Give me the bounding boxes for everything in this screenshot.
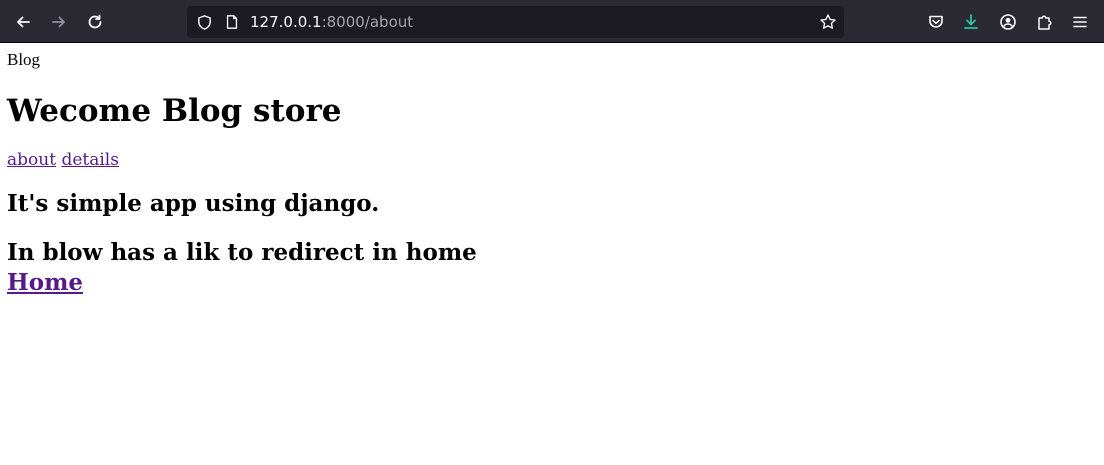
url-path: :8000/about [321,13,414,31]
about-link[interactable]: about [7,150,56,170]
redirect-heading: In blow has a lik to redirect in home [7,239,477,266]
page-icon[interactable] [223,13,241,31]
details-link[interactable]: details [61,150,119,170]
browser-toolbar: 127.0.0.1:8000/about [0,0,1104,43]
description-heading: It's simple app using django. [7,190,380,217]
nav-links: about details [7,149,119,171]
forward-arrow-icon[interactable] [44,7,74,37]
extensions-icon[interactable] [1029,7,1059,37]
download-icon[interactable] [956,7,986,37]
pocket-icon[interactable] [921,7,951,37]
page-content: Blog Wecome Blog store about details It'… [0,43,1104,465]
account-icon[interactable] [993,7,1023,37]
bookmark-star-icon[interactable] [818,12,838,32]
menu-icon[interactable] [1065,7,1095,37]
home-link[interactable]: Home [7,269,83,296]
back-arrow-icon[interactable] [8,7,38,37]
reload-icon[interactable] [80,7,110,37]
url-text[interactable]: 127.0.0.1:8000/about [250,12,413,32]
url-host: 127.0.0.1 [250,13,322,31]
shield-icon[interactable] [195,13,213,31]
page-title: Wecome Blog store [7,93,342,129]
brand-text: Blog [7,50,41,69]
home-link-heading: Home [7,268,83,298]
address-bar[interactable]: 127.0.0.1:8000/about [187,6,844,38]
